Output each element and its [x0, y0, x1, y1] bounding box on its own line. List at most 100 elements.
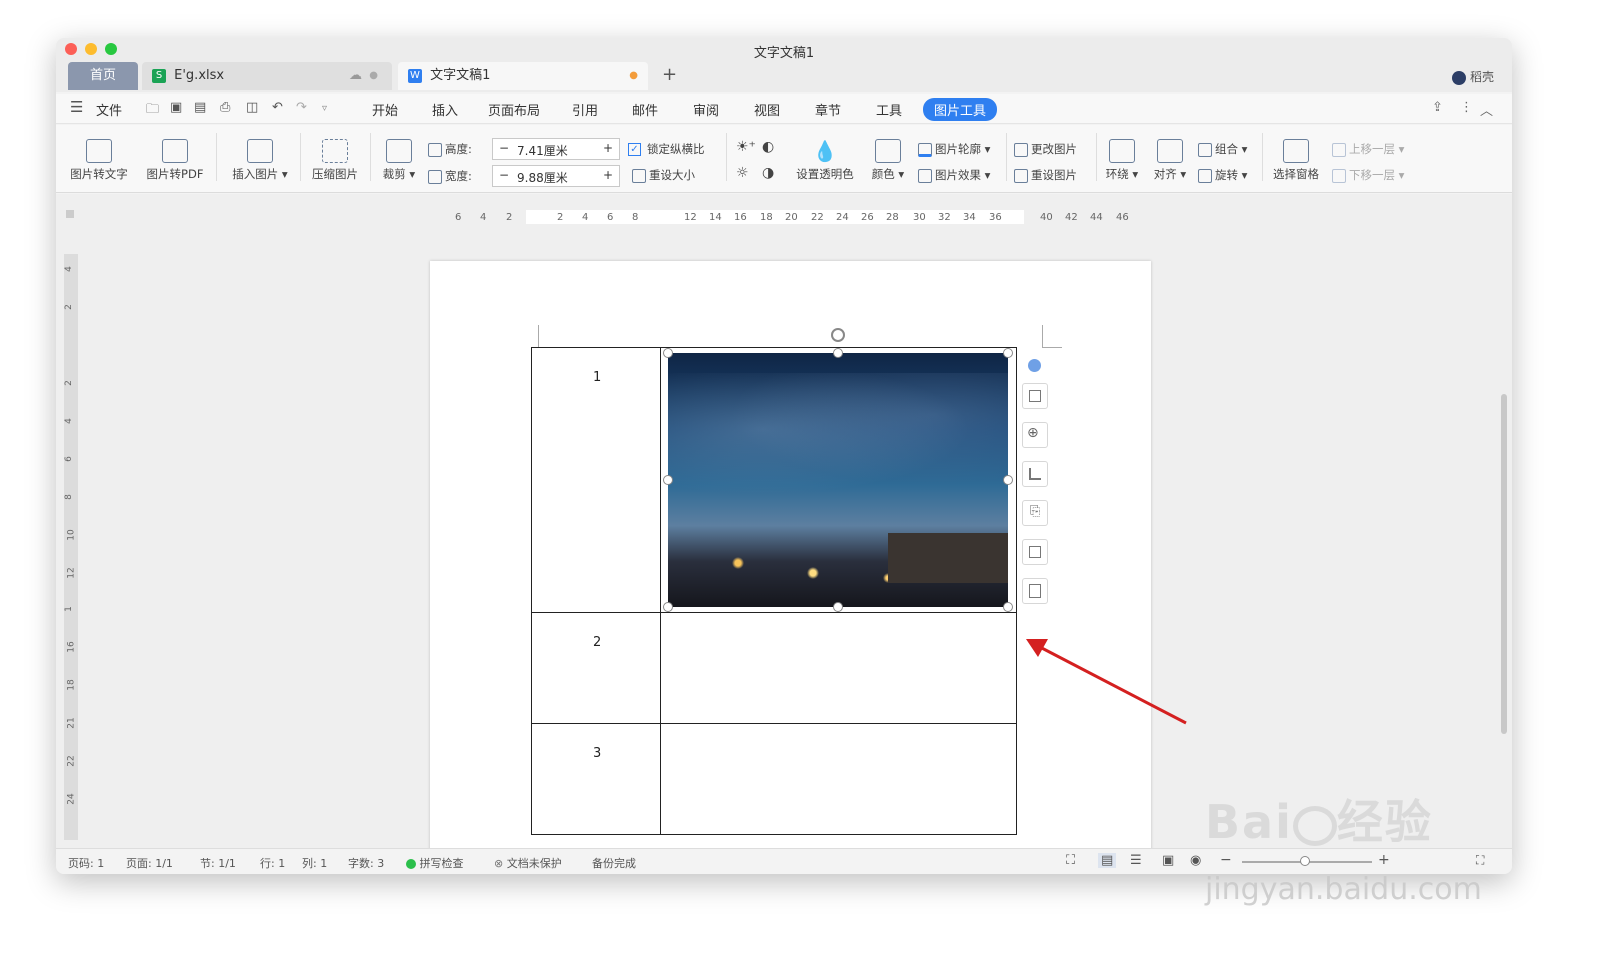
- backup-status[interactable]: 备份完成: [592, 855, 636, 871]
- contrast-up-button[interactable]: ◐: [762, 139, 774, 155]
- menu-view[interactable]: 视图: [754, 100, 780, 119]
- menu-insert[interactable]: 插入: [432, 100, 458, 119]
- height-value[interactable]: 7.41厘米: [517, 142, 568, 159]
- hamburger-menu-icon[interactable]: ☰: [70, 98, 83, 116]
- brightness-down-button[interactable]: ☼: [736, 165, 749, 181]
- selected-photo[interactable]: [668, 353, 1008, 607]
- color-button[interactable]: 颜色 ▾: [868, 139, 908, 182]
- float-picture-options-button[interactable]: [1022, 539, 1048, 565]
- selection-pane-button[interactable]: 选择窗格: [1268, 139, 1324, 182]
- height-increase-button[interactable]: +: [603, 141, 613, 155]
- tab-home[interactable]: 首页: [68, 62, 138, 90]
- resize-handle-ne[interactable]: [1003, 348, 1013, 358]
- brightness-up-button[interactable]: ☀⁺: [736, 139, 756, 155]
- set-transparent-button[interactable]: 💧 设置透明色: [792, 139, 858, 182]
- save-icon[interactable]: ▣: [170, 100, 182, 115]
- pic-to-pdf-button[interactable]: 图片转PDF: [142, 139, 208, 182]
- height-spinner[interactable]: − 7.41厘米 +: [492, 138, 620, 160]
- width-increase-button[interactable]: +: [603, 168, 613, 182]
- view-page-icon[interactable]: ▤: [1098, 853, 1117, 868]
- lock-ratio-checkbox[interactable]: ✓ 锁定纵横比: [628, 141, 705, 157]
- float-zoom-button[interactable]: ⊕: [1022, 422, 1048, 448]
- rotate-handle-icon[interactable]: [831, 328, 845, 342]
- view-full-icon[interactable]: ⛶: [1066, 853, 1075, 868]
- document-page[interactable]: 1 2 3 ⊕ ⎘: [430, 261, 1187, 861]
- contrast-down-button[interactable]: ◑: [762, 165, 774, 181]
- redo-icon[interactable]: ↷: [296, 100, 307, 115]
- tab-excel-file[interactable]: S E'g.xlsx ☁ ●: [142, 62, 392, 90]
- table-cell-label-1[interactable]: 1: [531, 347, 661, 613]
- spell-check-button[interactable]: 拼写检查: [406, 855, 464, 871]
- customize-dropdown-icon[interactable]: ▿: [322, 103, 327, 114]
- reset-picture-button[interactable]: 重设图片: [1014, 167, 1077, 183]
- status-pages[interactable]: 页面: 1/1: [126, 855, 173, 871]
- resize-handle-s[interactable]: [833, 602, 843, 612]
- rotate-button[interactable]: 旋转 ▾: [1198, 167, 1247, 183]
- menu-picture-tools[interactable]: 图片工具: [923, 98, 998, 121]
- change-picture-button[interactable]: 更改图片: [1014, 141, 1077, 157]
- table-cell-label-3[interactable]: 3: [531, 723, 661, 835]
- align-button[interactable]: 对齐 ▾: [1150, 139, 1190, 182]
- new-tab-button[interactable]: +: [662, 64, 677, 85]
- resize-handle-w[interactable]: [663, 475, 673, 485]
- insert-picture-button[interactable]: 插入图片 ▾: [226, 139, 294, 182]
- table-cell-label-2[interactable]: 2: [531, 612, 661, 724]
- menu-file[interactable]: 文件: [96, 100, 122, 119]
- print-icon[interactable]: ⎙: [220, 100, 230, 115]
- share-icon[interactable]: ⇪: [1432, 100, 1443, 115]
- bring-forward-button[interactable]: 上移一层 ▾: [1332, 141, 1404, 157]
- view-web-icon[interactable]: ▣: [1162, 853, 1174, 868]
- width-label: 宽度:: [428, 168, 488, 184]
- float-to-word-button[interactable]: [1022, 578, 1048, 604]
- width-value[interactable]: 9.88厘米: [517, 169, 568, 186]
- account-area[interactable]: 稻壳: [1452, 68, 1494, 85]
- document-workspace: 6 4 2 2 4 6 8 12 14 16 18 20 22 24 26 28 30 32 34 36 40 42 44 4…: [56, 194, 1512, 861]
- horizontal-ruler[interactable]: 6 4 2 2 4 6 8 12 14 16 18 20 22 24 26 28 30 32 34 36 40 42 44 4…: [56, 202, 1512, 230]
- table-cell-content-2[interactable]: [660, 612, 1017, 724]
- menu-tools[interactable]: 工具: [876, 100, 902, 119]
- view-outline-icon[interactable]: ☰: [1130, 853, 1142, 868]
- float-format-painter-button[interactable]: ⎘: [1022, 500, 1048, 526]
- menu-references[interactable]: 引用: [572, 100, 598, 119]
- vertical-ruler[interactable]: 4 2 2 4 6 8 10 12 1 16 18 21 22 24: [64, 254, 78, 840]
- width-decrease-button[interactable]: −: [499, 168, 509, 182]
- tab-document[interactable]: W 文字文稿1 ●: [398, 62, 648, 90]
- resize-handle-nw[interactable]: [663, 348, 673, 358]
- resize-handle-se[interactable]: [1003, 602, 1013, 612]
- status-word-count[interactable]: 字数: 3: [348, 855, 384, 871]
- menu-page-layout[interactable]: 页面布局: [488, 100, 540, 119]
- compress-picture-button[interactable]: 压缩图片: [306, 139, 364, 182]
- resize-handle-e[interactable]: [1003, 475, 1013, 485]
- table-cell-content-3[interactable]: [660, 723, 1017, 835]
- wrap-button[interactable]: 环绕 ▾: [1102, 139, 1142, 182]
- open-folder-icon[interactable]: 🗀: [146, 100, 159, 122]
- menu-mail[interactable]: 邮件: [632, 100, 658, 119]
- eye-protection-icon[interactable]: ◉: [1190, 853, 1201, 868]
- send-backward-button[interactable]: 下移一层 ▾: [1332, 167, 1404, 183]
- menu-start[interactable]: 开始: [372, 100, 398, 119]
- float-wrap-button[interactable]: [1022, 383, 1048, 409]
- undo-icon[interactable]: ↶: [272, 100, 283, 115]
- pic-to-text-button[interactable]: 图片转文字: [66, 139, 132, 182]
- width-spinner[interactable]: − 9.88厘米 +: [492, 165, 620, 187]
- group-button[interactable]: 组合 ▾: [1198, 141, 1247, 157]
- export-pdf-icon[interactable]: ▤: [194, 100, 206, 115]
- float-collapse-icon[interactable]: [1028, 359, 1041, 372]
- resize-handle-n[interactable]: [833, 348, 843, 358]
- float-crop-button[interactable]: [1022, 461, 1048, 487]
- height-decrease-button[interactable]: −: [499, 141, 509, 155]
- reset-size-button[interactable]: 重设大小: [632, 167, 695, 183]
- picture-outline-button[interactable]: 图片轮廓 ▾: [918, 141, 990, 157]
- print-preview-icon[interactable]: ◫: [246, 100, 258, 115]
- scrollbar-thumb[interactable]: [1501, 394, 1507, 734]
- collapse-ribbon-icon[interactable]: ︿: [1480, 100, 1493, 119]
- menu-review[interactable]: 审阅: [693, 100, 719, 119]
- crop-button[interactable]: 裁剪 ▾: [376, 139, 422, 182]
- resize-handle-sw[interactable]: [663, 602, 673, 612]
- more-options-icon[interactable]: ⋮: [1460, 100, 1473, 115]
- status-page-num[interactable]: 页码: 1: [68, 855, 104, 871]
- protect-status[interactable]: ⊗ 文档未保护: [494, 855, 562, 871]
- menu-chapter[interactable]: 章节: [815, 100, 841, 119]
- group-icon: [1198, 142, 1212, 157]
- picture-effect-button[interactable]: 图片效果 ▾: [918, 167, 990, 183]
